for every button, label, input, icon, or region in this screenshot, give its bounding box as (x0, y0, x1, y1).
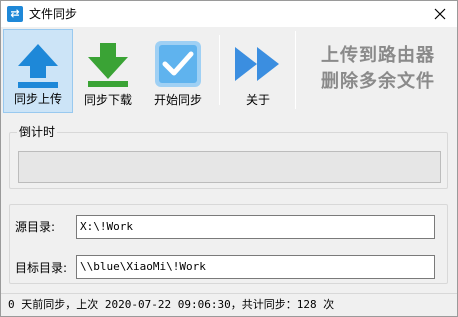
fast-forward-icon (235, 47, 279, 81)
sync-upload-label: 同步上传 (13, 92, 62, 106)
target-dir-label: 目标目录: (15, 261, 68, 275)
about-button[interactable]: 关于 (223, 29, 293, 113)
status-bar: 0 天前同步，上次 2020-07-22 09:06:30，共计同步：128 次 (1, 293, 457, 316)
window-title: 文件同步 (29, 7, 78, 21)
close-button[interactable] (423, 1, 457, 27)
countdown-progress-bar (18, 151, 441, 183)
sync-upload-button[interactable]: 同步上传 (3, 29, 73, 113)
countdown-group: 倒计时 (9, 125, 448, 189)
status-text: 0 天前同步，上次 2020-07-22 09:06:30，共计同步：128 次 (8, 298, 335, 311)
hint-line-2: 删除多余文件 (321, 71, 435, 92)
start-sync-label: 开始同步 (153, 93, 202, 107)
sync-download-button[interactable]: 同步下载 (73, 29, 143, 113)
toolbar-separator (295, 31, 296, 109)
about-label: 关于 (245, 93, 270, 107)
main-window: ⇄ 文件同步 同步上传 同步下载 开始同步 关于 上传到路由器 删除多余文件 倒… (0, 0, 458, 317)
checkbox-check-icon (155, 41, 201, 87)
toolbar-separator (219, 35, 220, 105)
hint-line-1: 上传到路由器 (321, 45, 435, 66)
sync-app-icon: ⇄ (7, 6, 23, 22)
start-sync-button[interactable]: 开始同步 (143, 29, 213, 113)
sync-download-label: 同步下载 (83, 93, 132, 107)
toolbar: 同步上传 同步下载 开始同步 关于 上传到路由器 删除多余文件 (1, 27, 457, 117)
target-dir-input[interactable]: \\blue\XiaoMi\!Work (76, 255, 435, 279)
download-arrow-icon (88, 43, 128, 87)
paths-group: 源目录: X:\!Work 目标目录: \\blue\XiaoMi\!Work (9, 204, 448, 284)
countdown-label: 倒计时 (17, 125, 58, 139)
source-dir-input[interactable]: X:\!Work (76, 215, 435, 239)
close-icon (434, 8, 446, 20)
source-dir-label: 源目录: (15, 220, 56, 234)
upload-arrow-icon (18, 44, 58, 88)
mode-hint: 上传到路由器 删除多余文件 (321, 43, 435, 95)
title-bar: ⇄ 文件同步 (1, 1, 457, 27)
